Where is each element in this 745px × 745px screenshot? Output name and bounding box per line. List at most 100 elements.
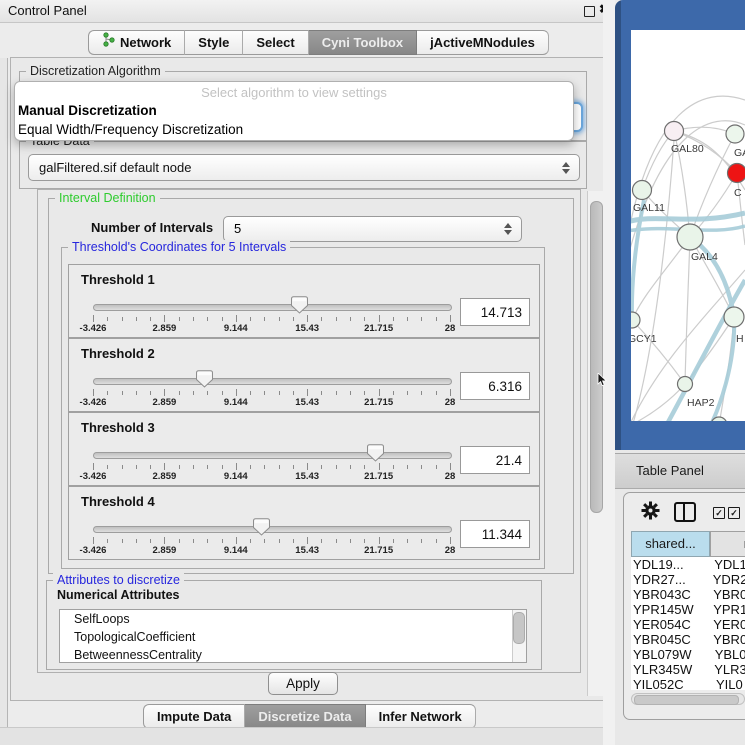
table-data-combobox[interactable]: galFiltered.sif default node	[28, 154, 580, 181]
table-cell[interactable]: YBR045C	[631, 632, 709, 647]
table-cell[interactable]: YBR0	[709, 632, 745, 647]
threshold-slider[interactable]	[93, 449, 450, 463]
network-node-gcy1[interactable]	[631, 312, 640, 328]
network-node-gal11[interactable]	[633, 181, 652, 200]
table-horizontal-scrollbar[interactable]	[631, 693, 745, 705]
slider-thumb-icon[interactable]	[253, 518, 270, 536]
table-row[interactable]: YER054CYER0	[631, 617, 745, 632]
table-data-group: Table Data galFiltered.sif default node	[19, 141, 587, 189]
tab-network[interactable]: Network	[88, 30, 185, 55]
slider-thumb-icon[interactable]	[367, 444, 384, 462]
slider-thumb-icon[interactable]	[196, 370, 213, 388]
panel-bottom-area	[0, 728, 610, 745]
threshold-value-field[interactable]: 14.713	[460, 298, 530, 326]
threshold-value-field[interactable]: 11.344	[460, 520, 530, 548]
table-cell[interactable]: YBR0	[709, 587, 745, 602]
slider-track[interactable]	[93, 304, 452, 311]
tab-jactivemnodules[interactable]: jActiveMNodules	[417, 30, 549, 55]
threshold-label: Threshold 4	[81, 494, 155, 509]
tab-label: jActiveMNodules	[430, 31, 535, 54]
table-row[interactable]: YBR043CYBR0	[631, 587, 745, 602]
slider-ticks	[93, 463, 450, 471]
threshold-slider[interactable]	[93, 375, 450, 389]
table-cell[interactable]: YDL19...	[631, 557, 710, 572]
threshold-slider[interactable]	[93, 523, 450, 537]
table-panel-title: Table Panel	[636, 463, 704, 478]
threshold-slider[interactable]	[93, 301, 450, 315]
gear-icon[interactable]	[641, 501, 660, 520]
attributes-group-label: Attributes to discretize	[53, 573, 184, 587]
float-window-icon[interactable]	[584, 6, 595, 17]
number-of-intervals-value: 5	[224, 221, 241, 236]
network-canvas[interactable]: GAL80GACGAL11GAL4GCY1HHAP2	[631, 30, 745, 421]
attribute-item-selfloops[interactable]: SelfLoops	[60, 610, 526, 628]
slider-track[interactable]	[93, 526, 452, 533]
slider-track[interactable]	[93, 378, 452, 385]
control-panel-titlebar[interactable]: Control Panel ✖	[0, 0, 610, 23]
table-cell[interactable]: YBR043C	[631, 587, 709, 602]
select-columns-icon[interactable]: ✓✓	[713, 507, 743, 525]
network-node-c[interactable]	[728, 164, 745, 183]
table-cell[interactable]: YER054C	[631, 617, 709, 632]
algorithm-option-equal-width-frequency-discretization[interactable]: Equal Width/Frequency Discretization	[15, 120, 573, 139]
left-splitter[interactable]	[0, 58, 8, 745]
column-header-shared-name[interactable]: shared...	[631, 531, 710, 557]
tab-cyni-toolbox[interactable]: Cyni Toolbox	[309, 30, 417, 55]
node-label: GA	[734, 147, 745, 159]
threshold-value-field[interactable]: 6.316	[460, 372, 530, 400]
network-node-ga[interactable]	[726, 125, 744, 143]
panel-scrollbar[interactable]	[587, 191, 603, 696]
tab-label: Impute Data	[157, 705, 231, 728]
tab-select[interactable]: Select	[243, 30, 308, 55]
interval-definition-group: Interval Definition Number of Intervals …	[48, 198, 574, 574]
attribute-item-topologicalcoefficient[interactable]: TopologicalCoefficient	[60, 628, 526, 646]
table-cell[interactable]: YPR145W	[631, 602, 709, 617]
discretization-settings-panel: Interval Definition Number of Intervals …	[37, 189, 581, 673]
table-cell[interactable]: YDR2	[709, 572, 745, 587]
number-of-intervals-combobox[interactable]: 5	[223, 216, 522, 242]
apply-button[interactable]: Apply	[268, 672, 338, 695]
network-node-hap2[interactable]	[678, 377, 693, 392]
table-row[interactable]: YDR27...YDR2	[631, 572, 745, 587]
attributes-scrollbar[interactable]	[512, 610, 526, 662]
tab-style[interactable]: Style	[185, 30, 243, 55]
scrollbar-thumb[interactable]	[634, 695, 739, 705]
tab-discretize-data[interactable]: Discretize Data	[245, 704, 365, 729]
table-row[interactable]: YPR145WYPR1	[631, 602, 745, 617]
table-cell[interactable]: YPR1	[709, 602, 745, 617]
network-node-h[interactable]	[724, 307, 744, 327]
scrollbar-thumb[interactable]	[590, 201, 603, 513]
table-cell[interactable]: YIL0	[712, 677, 743, 690]
table-cell[interactable]: YBL079W	[631, 647, 711, 662]
threshold-4-box: Threshold 4-3.4262.8599.14415.4321.71528…	[68, 486, 540, 560]
table-cell[interactable]: YLR345W	[631, 662, 710, 677]
column-header-name[interactable]: na	[710, 531, 745, 557]
table-row[interactable]: YLR345WYLR3	[631, 662, 745, 677]
table-cell[interactable]: YER0	[709, 617, 745, 632]
tab-impute-data[interactable]: Impute Data	[143, 704, 245, 729]
threshold-label: Threshold 1	[81, 272, 155, 287]
table-row[interactable]: YIL052CYIL0	[631, 677, 745, 690]
combo-arrows-icon	[562, 162, 570, 174]
table-panel-titlebar[interactable]: Table Panel	[615, 453, 745, 489]
control-panel-window: Control Panel ✖ NetworkStyleSelectCyni T…	[0, 0, 610, 745]
table-cell[interactable]: YDL1	[710, 557, 745, 572]
table-row[interactable]: YBL079WYBL0	[631, 647, 745, 662]
table-cell[interactable]: YIL052C	[631, 677, 712, 690]
algorithm-option-manual-discretization[interactable]: Manual Discretization	[15, 101, 573, 120]
column-view-icon[interactable]	[674, 502, 696, 522]
numerical-attributes-list[interactable]: SelfLoopsTopologicalCoefficientBetweenne…	[59, 609, 527, 663]
tab-infer-network[interactable]: Infer Network	[366, 704, 476, 729]
network-node-gal4[interactable]	[677, 224, 703, 250]
table-cell[interactable]: YDR27...	[631, 572, 709, 587]
attribute-item-betweennesscentrality[interactable]: BetweennessCentrality	[60, 646, 526, 663]
slider-track[interactable]	[93, 452, 452, 459]
table-row[interactable]: YDL19...YDL1	[631, 557, 745, 572]
threshold-value-field[interactable]: 21.4	[460, 446, 530, 474]
slider-thumb-icon[interactable]	[291, 296, 308, 314]
table-row[interactable]: YBR045CYBR0	[631, 632, 745, 647]
table-cell[interactable]: YBL0	[711, 647, 745, 662]
network-node-gal80[interactable]	[665, 122, 684, 141]
table-cell[interactable]: YLR3	[710, 662, 745, 677]
slider-ticks	[93, 537, 450, 545]
